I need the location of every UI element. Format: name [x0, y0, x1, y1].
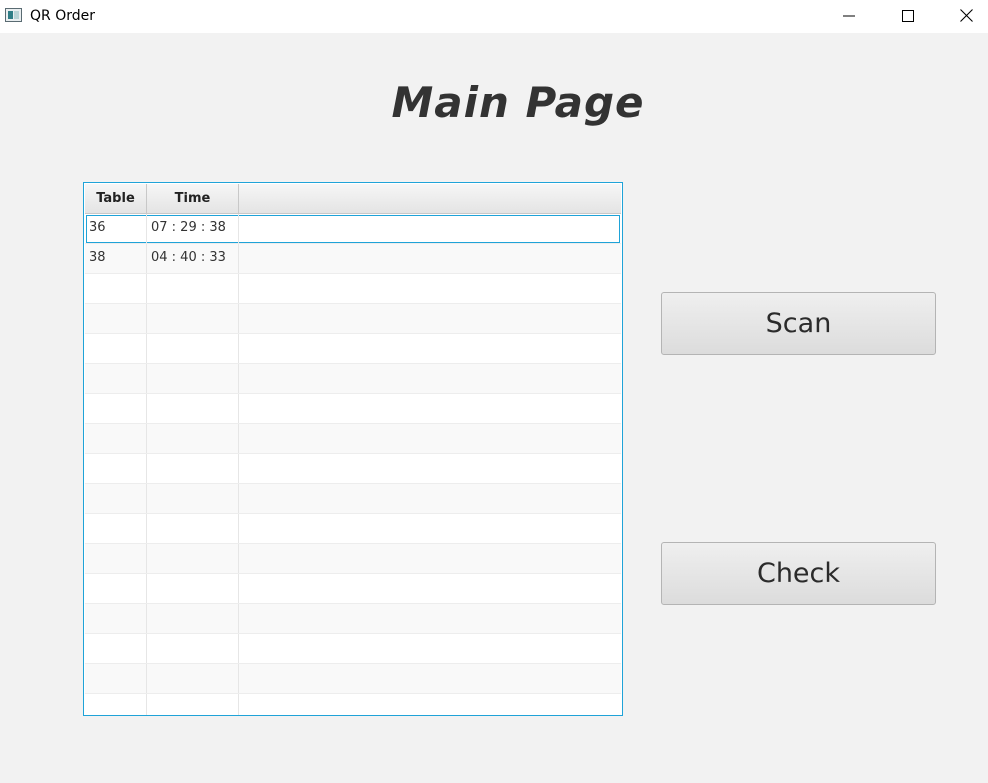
cell-table-number — [85, 544, 147, 573]
cell-time — [147, 364, 239, 393]
cell-table-number: 38 — [85, 244, 147, 273]
app-window-icon — [5, 8, 22, 22]
cell-table-number — [85, 484, 147, 513]
cell-filler — [239, 514, 621, 543]
cell-filler — [239, 274, 621, 303]
column-header-filler — [239, 184, 621, 213]
cell-filler — [239, 244, 621, 273]
cell-time — [147, 274, 239, 303]
orders-table[interactable]: Table Time 36 07 : 29 : 38 38 04 : 40 : 33 — [83, 182, 623, 716]
cell-table-number — [85, 664, 147, 693]
cell-filler — [239, 334, 621, 363]
cell-filler — [239, 484, 621, 513]
cell-table-number — [85, 394, 147, 423]
cell-time — [147, 604, 239, 633]
table-row[interactable]: 38 04 : 40 : 33 — [85, 244, 621, 274]
minimize-button[interactable] — [826, 0, 872, 31]
table-header: Table Time — [85, 184, 621, 214]
cell-filler — [239, 394, 621, 423]
cell-filler — [239, 604, 621, 633]
empty-table-row[interactable] — [85, 394, 621, 424]
cell-table-number — [85, 274, 147, 303]
empty-table-row[interactable] — [85, 664, 621, 694]
cell-time: 07 : 29 : 38 — [147, 214, 239, 243]
cell-filler — [239, 424, 621, 453]
maximize-icon — [902, 9, 914, 22]
column-header-table[interactable]: Table — [85, 184, 147, 213]
cell-filler — [239, 574, 621, 603]
maximize-button[interactable] — [885, 0, 931, 31]
title-bar: QR Order — [0, 0, 988, 33]
cell-table-number — [85, 634, 147, 663]
cell-time: 04 : 40 : 33 — [147, 244, 239, 273]
table-row[interactable]: 36 07 : 29 : 38 — [85, 214, 621, 244]
cell-time — [147, 484, 239, 513]
cell-table-number — [85, 694, 147, 715]
cell-time — [147, 454, 239, 483]
cell-table-number — [85, 604, 147, 633]
cell-filler — [239, 304, 621, 333]
empty-table-row[interactable] — [85, 514, 621, 544]
cell-time — [147, 394, 239, 423]
cell-time — [147, 574, 239, 603]
cell-time — [147, 304, 239, 333]
cell-filler — [239, 694, 621, 715]
empty-table-row[interactable] — [85, 364, 621, 394]
cell-table-number — [85, 514, 147, 543]
cell-time — [147, 334, 239, 363]
cell-table-number — [85, 424, 147, 453]
app-window: QR Order Main Page Table Time 36 07 : 29 … — [0, 0, 988, 783]
empty-table-row[interactable] — [85, 424, 621, 454]
cell-filler — [239, 634, 621, 663]
cell-table-number: 36 — [85, 214, 147, 243]
empty-table-row[interactable] — [85, 454, 621, 484]
close-button[interactable] — [943, 0, 988, 31]
empty-table-row[interactable] — [85, 574, 621, 604]
empty-table-row[interactable] — [85, 304, 621, 334]
empty-table-row[interactable] — [85, 694, 621, 715]
cell-time — [147, 694, 239, 715]
cell-time — [147, 514, 239, 543]
empty-table-row[interactable] — [85, 604, 621, 634]
empty-table-row[interactable] — [85, 544, 621, 574]
cell-table-number — [85, 574, 147, 603]
cell-filler — [239, 454, 621, 483]
cell-table-number — [85, 364, 147, 393]
scan-button[interactable]: Scan — [661, 292, 936, 355]
page-title: Main Page — [391, 78, 645, 127]
empty-table-row[interactable] — [85, 484, 621, 514]
cell-table-number — [85, 334, 147, 363]
empty-table-row[interactable] — [85, 274, 621, 304]
table-body: 36 07 : 29 : 38 38 04 : 40 : 33 — [85, 214, 621, 715]
cell-table-number — [85, 454, 147, 483]
cell-filler — [239, 664, 621, 693]
cell-time — [147, 424, 239, 453]
cell-filler — [239, 364, 621, 393]
cell-time — [147, 634, 239, 663]
empty-table-row[interactable] — [85, 634, 621, 664]
cell-filler — [239, 544, 621, 573]
cell-time — [147, 544, 239, 573]
column-header-time[interactable]: Time — [147, 184, 239, 213]
cell-filler — [239, 214, 621, 243]
empty-table-row[interactable] — [85, 334, 621, 364]
cell-table-number — [85, 304, 147, 333]
cell-time — [147, 664, 239, 693]
window-title: QR Order — [30, 8, 95, 24]
close-icon — [959, 9, 973, 22]
minimize-icon — [843, 15, 855, 16]
check-button[interactable]: Check — [661, 542, 936, 605]
